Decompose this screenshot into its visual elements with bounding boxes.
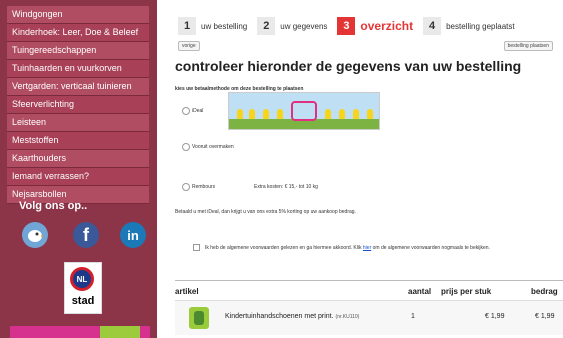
product-amount: € 1,99	[535, 313, 555, 320]
product-name-cell[interactable]: Kindertuinhandschoenen met print. (nr.KU…	[225, 313, 359, 320]
facebook-icon[interactable]: f	[73, 222, 99, 248]
extra-cost-text: Extra kosten: € 15,- tot 10 kg	[254, 184, 318, 190]
terms-text-end: om de algemene voorwaarden nogmaals te b…	[372, 245, 490, 251]
step-number: 4	[423, 17, 442, 35]
spring-banner-image	[228, 92, 380, 130]
col-header-qty: aantal	[408, 287, 432, 296]
menu-item[interactable]: Meststoffen	[7, 132, 149, 150]
step-label: overzicht	[360, 19, 414, 33]
menu-item[interactable]: Kaarthouders	[7, 150, 149, 168]
sidebar: Windgongen Kinderhoek: Leer, Doe & Belee…	[0, 0, 157, 338]
category-menu: Windgongen Kinderhoek: Leer, Doe & Belee…	[7, 6, 149, 204]
radio-cash-on-delivery[interactable]	[182, 183, 190, 191]
table-row: Kindertuinhandschoenen met print. (nr.KU…	[175, 300, 563, 335]
step-number: 3	[337, 17, 356, 35]
terms-checkbox[interactable]	[193, 244, 200, 251]
previous-button[interactable]: vorige	[178, 41, 200, 51]
terms-text: Ik heb de algemene voorwaarden gelezen e…	[205, 245, 490, 251]
ideal-discount-note: Betaald u met iDeal, dan krijgt u van on…	[175, 209, 356, 215]
menu-item[interactable]: Iemand verrassen?	[7, 168, 149, 186]
step-label: uw bestelling	[201, 21, 248, 31]
product-qty: 1	[411, 313, 415, 320]
nl-stad-logo[interactable]: NL stad	[64, 262, 102, 314]
nl-badge-icon: NL	[70, 267, 94, 291]
payment-option-label: Vooruit overmaken	[192, 144, 234, 150]
step-order[interactable]: 1 uw bestelling	[178, 16, 247, 36]
col-header-amount: bedrag	[531, 287, 558, 296]
radio-bank-transfer[interactable]	[182, 143, 190, 151]
step-number: 2	[257, 17, 276, 35]
divider	[175, 280, 563, 281]
terms-link[interactable]: hier	[363, 245, 371, 251]
product-price: € 1,99	[485, 313, 505, 320]
bird-icon[interactable]	[22, 222, 48, 248]
step-placed: 4 bestelling geplaatst	[423, 16, 515, 36]
col-header-price: prijs per stuk	[441, 287, 492, 296]
step-number: 1	[178, 17, 196, 35]
follow-us-heading: Volg ons op..	[19, 200, 88, 212]
payment-option-label: Rembours	[192, 184, 216, 190]
menu-item[interactable]: Kinderhoek: Leer, Doe & Beleef	[7, 24, 149, 42]
place-order-button[interactable]: bestelling plaatsen	[503, 41, 553, 51]
linkedin-icon[interactable]: in	[120, 222, 146, 248]
menu-item[interactable]: Leisteen	[7, 114, 149, 132]
menu-item[interactable]: Tuinhaarden en vuurkorven	[7, 60, 149, 78]
menu-item[interactable]: Vertgarden: verticaal tuinieren	[7, 78, 149, 96]
step-overview: 3 overzicht	[337, 16, 413, 36]
product-code: (nr.KU110)	[335, 314, 360, 320]
checkout-steps: 1 uw bestelling 2 uw gegevens 3 overzich…	[178, 16, 525, 36]
page-title: controleer hieronder de gegevens van uw …	[175, 58, 522, 74]
radio-ideal[interactable]	[182, 107, 190, 115]
step-details[interactable]: 2 uw gegevens	[257, 16, 327, 36]
nl-stad-text: stad	[71, 295, 95, 307]
checkout-main: 1 uw bestelling 2 uw gegevens 3 overzich…	[170, 0, 563, 338]
terms-text-start: Ik heb de algemene voorwaarden gelezen e…	[205, 245, 362, 251]
step-label: uw gegevens	[280, 21, 328, 31]
shopping-cart-icon	[291, 101, 317, 121]
payment-option-label: iDeal	[192, 108, 204, 114]
col-header-article: artikel	[175, 287, 199, 296]
promo-banner[interactable]	[10, 326, 150, 338]
menu-item[interactable]: Tuingereedschappen	[7, 42, 149, 60]
menu-item[interactable]: Sfeerverlichting	[7, 96, 149, 114]
step-label: bestelling geplaatst	[446, 21, 515, 31]
product-name: Kindertuinhandschoenen met print.	[225, 313, 334, 320]
product-image[interactable]	[189, 307, 209, 329]
menu-item[interactable]: Windgongen	[7, 6, 149, 24]
